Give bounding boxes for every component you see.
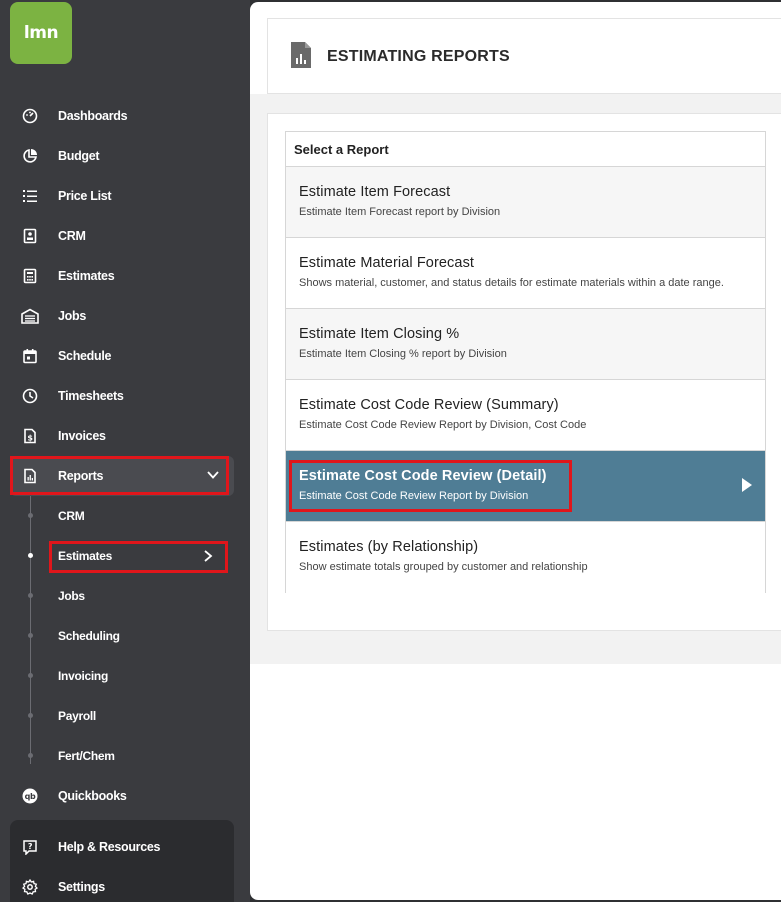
sidebar-item-label: CRM xyxy=(58,229,86,243)
contact-card-icon xyxy=(10,228,50,244)
report-name: Estimate Material Forecast xyxy=(299,255,475,271)
sidebar-item-settings[interactable]: Settings xyxy=(10,867,234,902)
report-name: Estimates (by Relationship) xyxy=(299,539,479,555)
sidebar-item-label: Quickbooks xyxy=(58,789,127,803)
report-list-panel: Select a Report Estimate Item Forecast E… xyxy=(285,131,766,593)
sidebar-item-label: Invoices xyxy=(58,429,106,443)
submenu-item-jobs[interactable]: Jobs xyxy=(50,581,85,611)
report-description: Estimate Cost Code Review Report by Divi… xyxy=(299,490,529,502)
sidebar-item-label: Price List xyxy=(58,189,112,203)
pie-chart-icon xyxy=(10,148,50,164)
sidebar-item-label: Help & Resources xyxy=(58,840,161,854)
page-title: ESTIMATING REPORTS xyxy=(327,48,510,65)
submenu-label: Fert/Chem xyxy=(58,749,115,763)
submenu-dot xyxy=(28,673,33,678)
sidebar-item-label: Estimates xyxy=(58,269,115,283)
sidebar-item-label: Dashboards xyxy=(58,109,128,123)
logo-text: lmn xyxy=(23,23,59,43)
sidebar-item-label: Settings xyxy=(58,880,105,894)
panel-heading: Select a Report xyxy=(286,132,765,167)
report-row-estimate-item-closing[interactable]: Estimate Item Closing % Estimate Item Cl… xyxy=(286,309,765,380)
report-chart-icon xyxy=(10,468,50,484)
submenu-rail xyxy=(30,496,31,764)
quickbooks-icon: qb xyxy=(10,788,50,804)
submenu-dot xyxy=(28,713,33,718)
chevron-right-icon xyxy=(202,549,214,566)
lmn-logo[interactable]: lmn xyxy=(10,2,72,64)
submenu-item-fert-chem[interactable]: Fert/Chem xyxy=(50,741,115,771)
submenu-dot xyxy=(28,593,33,598)
sidebar-item-budget[interactable]: Budget xyxy=(10,136,234,176)
sidebar-item-dashboards[interactable]: Dashboards xyxy=(10,96,234,136)
submenu-label: Jobs xyxy=(58,589,85,603)
sidebar-item-label: Schedule xyxy=(58,349,112,363)
svg-text:qb: qb xyxy=(25,792,36,801)
dashboard-gauge-icon xyxy=(10,108,50,124)
invoice-dollar-icon: $ xyxy=(10,428,50,444)
sidebar-item-reports[interactable]: Reports xyxy=(10,456,234,496)
sidebar-item-crm[interactable]: CRM xyxy=(10,216,234,256)
sidebar-item-label: Jobs xyxy=(58,309,86,323)
report-row-estimate-item-forecast[interactable]: Estimate Item Forecast Estimate Item For… xyxy=(286,167,765,238)
report-name: Estimate Cost Code Review (Summary) xyxy=(299,397,559,413)
submenu-dot xyxy=(28,633,33,638)
sidebar-item-estimates[interactable]: Estimates xyxy=(10,256,234,296)
clock-icon xyxy=(10,388,50,404)
help-icon: ? xyxy=(10,839,50,855)
report-row-estimate-material-forecast[interactable]: Estimate Material Forecast Shows materia… xyxy=(286,238,765,309)
calculator-icon xyxy=(10,268,50,284)
sidebar-item-jobs[interactable]: Jobs xyxy=(10,296,234,336)
report-description: Estimate Item Forecast report by Divisio… xyxy=(299,206,501,218)
sidebar-item-timesheets[interactable]: Timesheets xyxy=(10,376,234,416)
report-name: Estimate Cost Code Review (Detail) xyxy=(299,468,547,484)
report-description: Estimate Cost Code Review Report by Divi… xyxy=(299,419,587,431)
submenu-item-invoicing[interactable]: Invoicing xyxy=(50,661,108,691)
report-name: Estimate Item Forecast xyxy=(299,184,451,200)
report-document-icon xyxy=(290,41,312,74)
submenu-item-scheduling[interactable]: Scheduling xyxy=(50,621,120,651)
report-description: Shows material, customer, and status det… xyxy=(299,277,724,289)
sidebar-item-price-list[interactable]: Price List xyxy=(10,176,234,216)
svg-text:?: ? xyxy=(28,842,33,851)
chevron-down-icon[interactable] xyxy=(206,468,220,485)
report-name: Estimate Item Closing % xyxy=(299,326,460,342)
sidebar-item-help[interactable]: ? Help & Resources xyxy=(10,827,234,867)
submenu-item-estimates[interactable]: Estimates xyxy=(50,541,226,571)
report-description: Estimate Item Closing % report by Divisi… xyxy=(299,348,507,360)
report-row-cost-code-detail[interactable]: Estimate Cost Code Review (Detail) Estim… xyxy=(286,451,765,522)
submenu-dot-active xyxy=(28,553,33,558)
submenu-item-payroll[interactable]: Payroll xyxy=(50,701,96,731)
submenu-label: Estimates xyxy=(58,549,112,563)
submenu-label: CRM xyxy=(58,509,85,523)
calendar-icon xyxy=(10,348,50,364)
submenu-label: Scheduling xyxy=(58,629,120,643)
submenu-dot xyxy=(28,513,33,518)
play-arrow-icon xyxy=(741,477,753,498)
sidebar: lmn Dashboards Budget Price List CRM Est… xyxy=(0,0,250,902)
submenu-label: Invoicing xyxy=(58,669,108,683)
report-row-estimates-by-relationship[interactable]: Estimates (by Relationship) Show estimat… xyxy=(286,522,765,593)
sidebar-item-label: Reports xyxy=(58,469,104,483)
garage-icon xyxy=(10,308,50,324)
sidebar-item-label: Timesheets xyxy=(58,389,124,403)
sidebar-item-label: Budget xyxy=(58,149,100,163)
list-icon xyxy=(10,188,50,204)
report-row-cost-code-summary[interactable]: Estimate Cost Code Review (Summary) Esti… xyxy=(286,380,765,451)
submenu-label: Payroll xyxy=(58,709,96,723)
report-description: Show estimate totals grouped by customer… xyxy=(299,561,588,573)
sidebar-item-invoices[interactable]: $ Invoices xyxy=(10,416,234,456)
sidebar-item-quickbooks[interactable]: qb Quickbooks xyxy=(10,776,234,816)
svg-text:$: $ xyxy=(27,434,33,443)
page-header: ESTIMATING REPORTS xyxy=(267,18,781,94)
sidebar-item-schedule[interactable]: Schedule xyxy=(10,336,234,376)
submenu-dot xyxy=(28,753,33,758)
gear-icon xyxy=(10,879,50,895)
submenu-item-crm[interactable]: CRM xyxy=(50,501,85,531)
